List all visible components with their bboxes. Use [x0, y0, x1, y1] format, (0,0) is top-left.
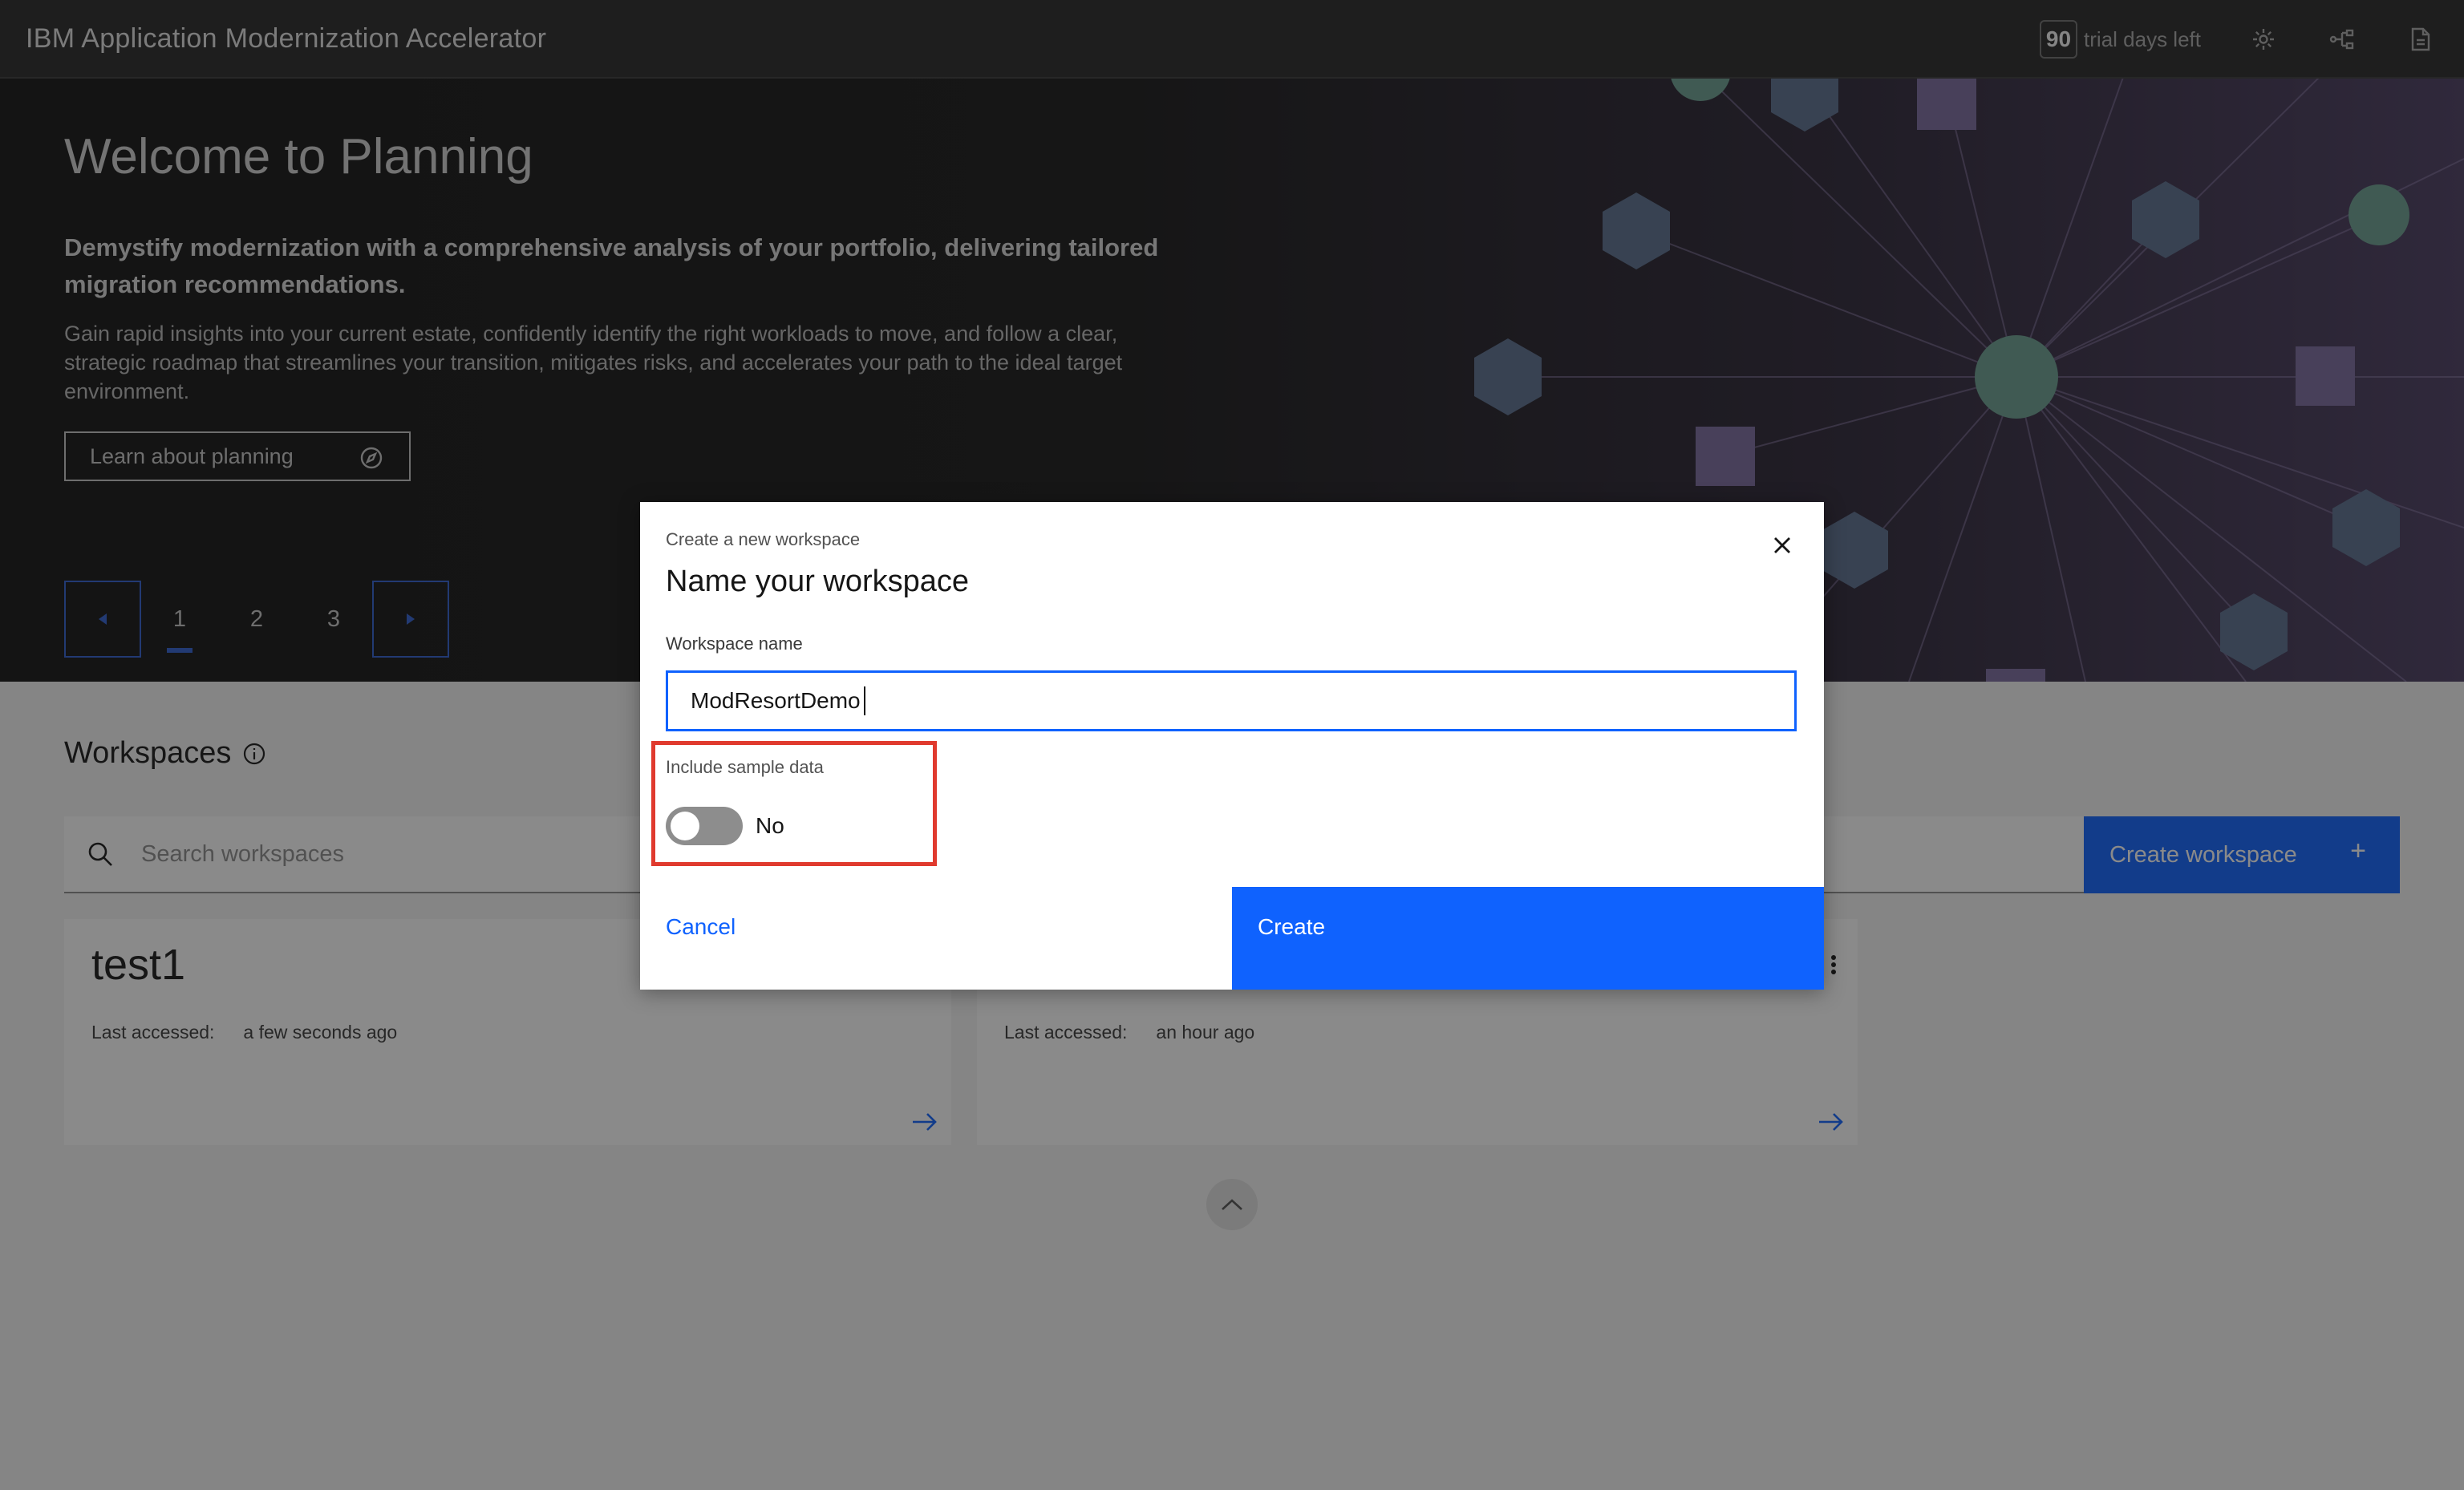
- modal-heading: Name your workspace: [666, 565, 970, 598]
- close-icon: [1774, 537, 1790, 553]
- toggle-state-text: No: [756, 813, 784, 838]
- workspace-name-label: Workspace name: [666, 634, 803, 654]
- close-button[interactable]: [1763, 526, 1801, 565]
- workspace-name-input[interactable]: [666, 670, 1797, 731]
- text-cursor: [864, 686, 865, 715]
- toggle-knob: [671, 812, 699, 840]
- include-sample-data-toggle[interactable]: [666, 807, 743, 845]
- cancel-button[interactable]: Cancel: [640, 887, 1232, 990]
- create-button[interactable]: Create: [1232, 887, 1824, 990]
- modal-label: Create a new workspace: [666, 529, 861, 549]
- include-sample-data-label: Include sample data: [666, 757, 824, 777]
- create-workspace-modal: Create a new workspace Name your workspa…: [640, 502, 1824, 990]
